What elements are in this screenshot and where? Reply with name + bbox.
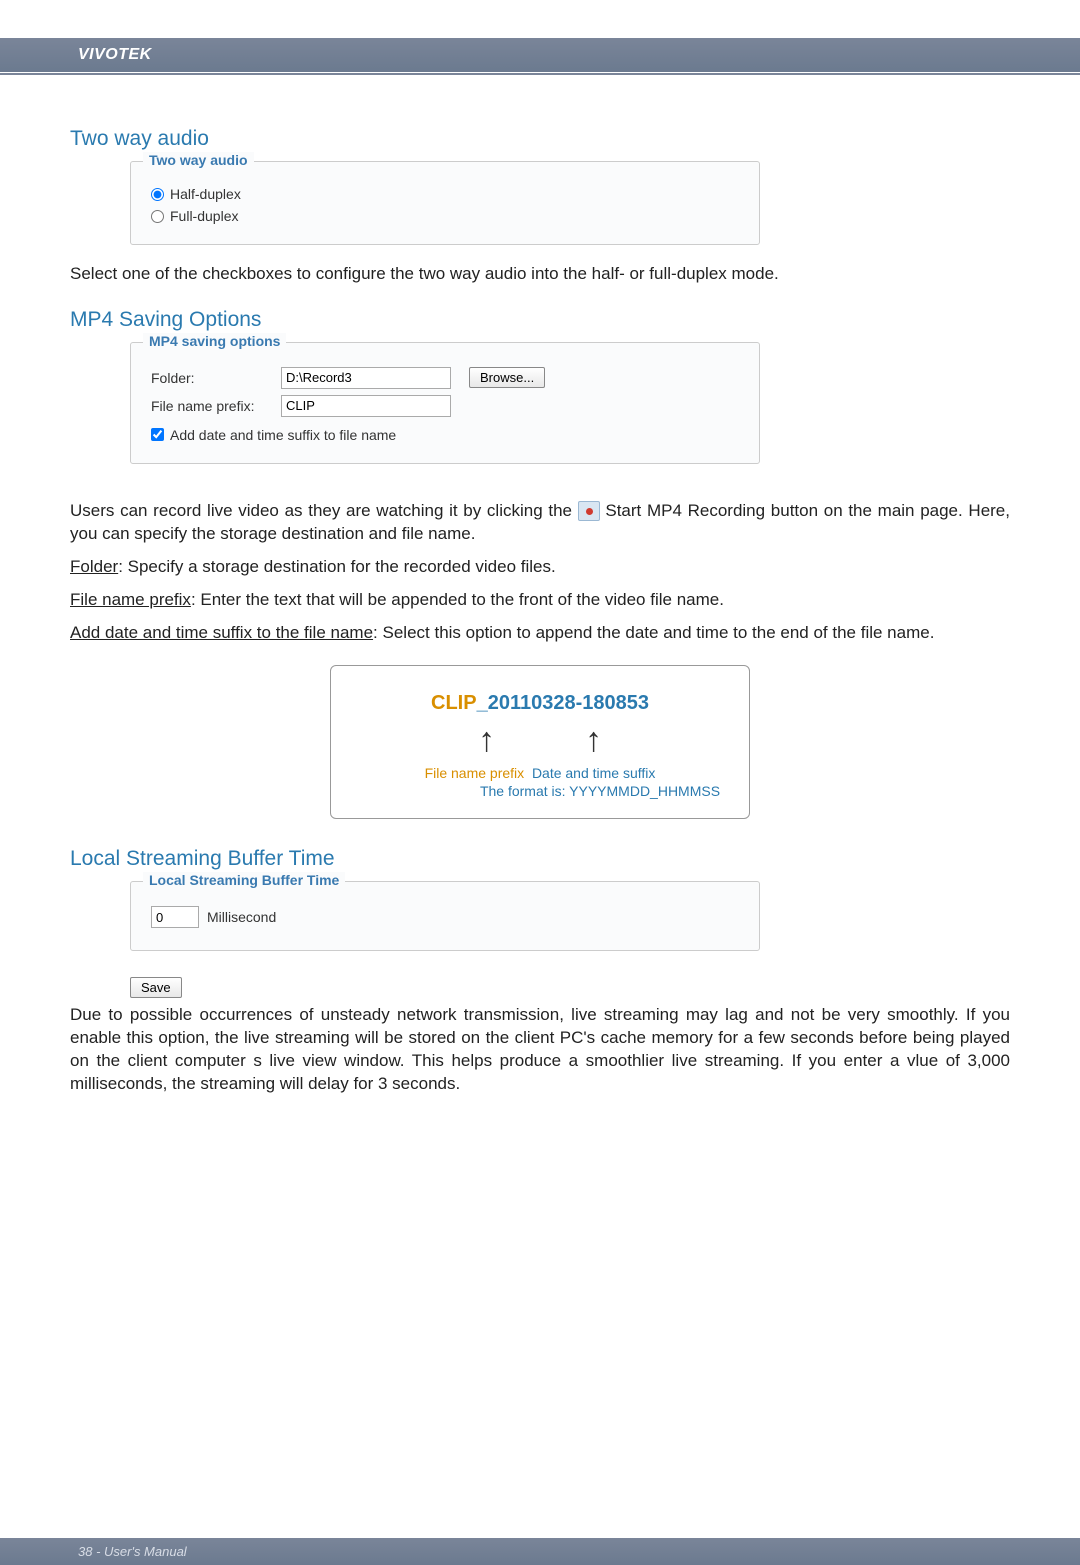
buffer-unit: Millisecond xyxy=(207,909,276,925)
example-label-prefix: File name prefix xyxy=(425,765,525,781)
prefix-desc-text: : Enter the text that will be appended t… xyxy=(191,590,724,609)
brand-text: VIVOTEK xyxy=(78,46,152,63)
folder-desc-text: : Specify a storage destination for the … xyxy=(118,557,556,576)
example-label-suffix: Date and time suffix xyxy=(532,765,655,781)
prefix-desc-label: File name prefix xyxy=(70,590,191,609)
example-labels: File name prefix Date and time suffix Th… xyxy=(351,764,729,800)
suffix-desc-text: : Select this option to append the date … xyxy=(373,623,934,642)
buffer-title: Local Streaming Buffer Time xyxy=(70,847,1010,871)
twoway-title: Two way audio xyxy=(70,127,1010,151)
folder-desc: Folder: Specify a storage destination fo… xyxy=(70,556,1010,579)
mp4-legend: MP4 saving options xyxy=(143,333,286,349)
page-header: VIVOTEK xyxy=(0,38,1080,72)
folder-desc-label: Folder xyxy=(70,557,118,576)
prefix-desc: File name prefix: Enter the text that wi… xyxy=(70,589,1010,612)
full-duplex-radio[interactable] xyxy=(151,210,164,223)
mp4-fieldset: MP4 saving options Folder: Browse... Fil… xyxy=(130,342,760,464)
suffix-desc: Add date and time suffix to the file nam… xyxy=(70,622,1010,645)
half-duplex-row: Half-duplex xyxy=(151,186,739,202)
suffix-check-row: Add date and time suffix to file name xyxy=(151,427,739,443)
mp4-para1: Users can record live video as they are … xyxy=(70,500,1010,546)
suffix-checkbox[interactable] xyxy=(151,428,164,441)
half-duplex-label: Half-duplex xyxy=(170,186,241,202)
mp4-title: MP4 Saving Options xyxy=(70,308,1010,332)
folder-row: Folder: Browse... xyxy=(151,367,739,389)
twoway-desc: Select one of the checkboxes to configur… xyxy=(70,263,1010,286)
prefix-input[interactable] xyxy=(281,395,451,417)
suffix-desc-label: Add date and time suffix to the file nam… xyxy=(70,623,373,642)
twoway-legend: Two way audio xyxy=(143,152,254,168)
buffer-fieldset: Local Streaming Buffer Time Millisecond xyxy=(130,881,760,951)
full-duplex-label: Full-duplex xyxy=(170,208,238,224)
arrow-up-icon: ↑ xyxy=(585,721,602,760)
example-format: The format is: YYYYMMDD_HHMMSS xyxy=(480,782,720,800)
page-content: Two way audio Two way audio Half-duplex … xyxy=(0,75,1080,1096)
buffer-desc: Due to possible occurrences of unsteady … xyxy=(70,1004,1010,1096)
example-sep: _ xyxy=(477,692,488,714)
folder-label: Folder: xyxy=(151,370,281,386)
save-button[interactable]: Save xyxy=(130,977,182,998)
full-duplex-row: Full-duplex xyxy=(151,208,739,224)
half-duplex-radio[interactable] xyxy=(151,188,164,201)
page-footer: 38 - User's Manual xyxy=(0,1538,1080,1565)
buffer-legend: Local Streaming Buffer Time xyxy=(143,872,345,888)
buffer-row: Millisecond xyxy=(151,906,739,928)
example-suffix: 20110328-180853 xyxy=(488,692,649,714)
record-icon xyxy=(578,501,600,521)
buffer-input[interactable] xyxy=(151,906,199,928)
footer-text: 38 - User's Manual xyxy=(78,1544,187,1559)
browse-button[interactable]: Browse... xyxy=(469,367,545,388)
suffix-check-label: Add date and time suffix to file name xyxy=(170,427,396,443)
twoway-fieldset: Two way audio Half-duplex Full-duplex xyxy=(130,161,760,245)
folder-input[interactable] xyxy=(281,367,451,389)
prefix-label: File name prefix: xyxy=(151,398,281,414)
example-filename: CLIP_20110328-180853 xyxy=(351,692,729,715)
mp4-para1a: Users can record live video as they are … xyxy=(70,501,578,520)
example-arrows: ↑ ↑ xyxy=(351,721,729,760)
arrow-up-icon: ↑ xyxy=(478,721,495,760)
prefix-row: File name prefix: xyxy=(151,395,739,417)
example-prefix: CLIP xyxy=(431,692,477,714)
filename-example: CLIP_20110328-180853 ↑ ↑ File name prefi… xyxy=(330,665,750,819)
